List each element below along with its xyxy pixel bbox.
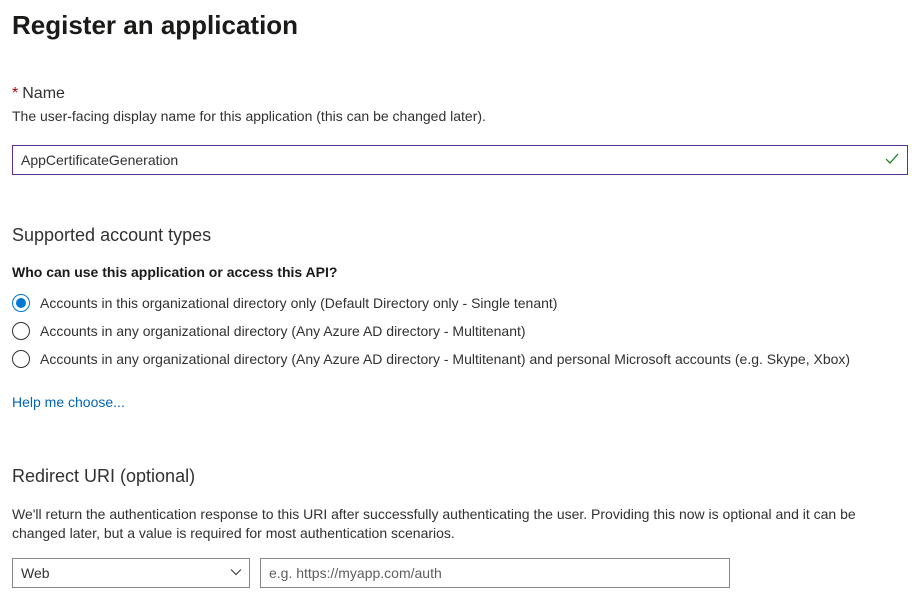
register-app-form: Register an application *Name The user-f…	[0, 0, 920, 608]
name-label: *Name	[12, 85, 908, 103]
redirect-heading: Redirect URI (optional)	[12, 466, 908, 487]
radio-label: Accounts in this organizational director…	[40, 295, 557, 311]
platform-selected-value: Web	[21, 565, 50, 581]
redirect-description: We'll return the authentication response…	[12, 505, 908, 544]
page-title: Register an application	[12, 10, 908, 41]
redirect-row: Web	[12, 558, 908, 588]
platform-select[interactable]: Web	[12, 558, 250, 588]
radio-icon	[12, 350, 30, 368]
account-types-radio-group: Accounts in this organizational director…	[12, 294, 908, 368]
account-types-heading: Supported account types	[12, 225, 908, 246]
required-marker: *	[12, 85, 18, 102]
account-type-option-multitenant[interactable]: Accounts in any organizational directory…	[12, 322, 908, 340]
redirect-uri-input[interactable]	[260, 558, 730, 588]
platform-select-wrap: Web	[12, 558, 250, 588]
account-type-option-single-tenant[interactable]: Accounts in this organizational director…	[12, 294, 908, 312]
name-description: The user-facing display name for this ap…	[12, 107, 908, 127]
help-me-choose-link[interactable]: Help me choose...	[12, 394, 125, 410]
radio-label: Accounts in any organizational directory…	[40, 351, 850, 367]
radio-icon	[12, 322, 30, 340]
name-input-wrap	[12, 145, 908, 175]
name-input[interactable]	[12, 145, 908, 175]
radio-icon	[12, 294, 30, 312]
account-types-question: Who can use this application or access t…	[12, 264, 908, 280]
radio-label: Accounts in any organizational directory…	[40, 323, 526, 339]
account-type-option-multitenant-personal[interactable]: Accounts in any organizational directory…	[12, 350, 908, 368]
